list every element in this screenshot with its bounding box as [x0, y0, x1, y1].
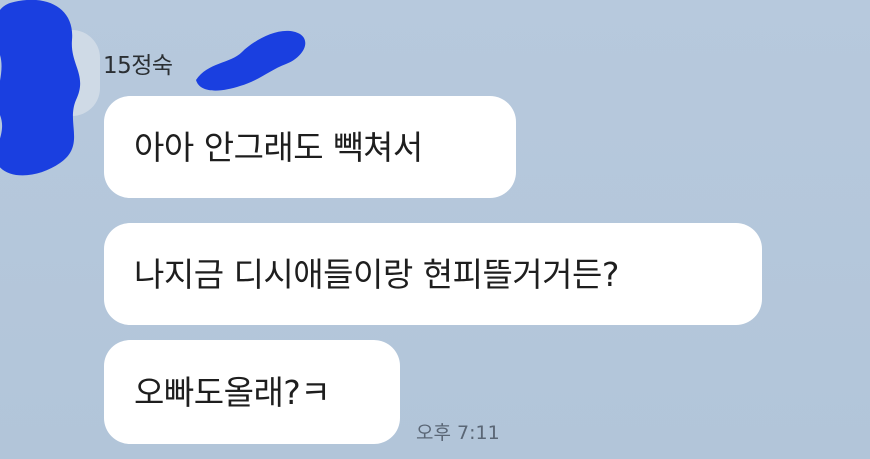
message-bubble[interactable]: 나지금 디시애들이랑 현피뜰거거든?	[104, 223, 762, 325]
sender-name: 15정숙	[103, 53, 173, 79]
message-bubble[interactable]: 오빠도올래?ㅋ	[104, 340, 400, 444]
message-text: 오빠도올래?ㅋ	[134, 372, 331, 412]
message-text: 아아 안그래도 빽쳐서	[134, 127, 423, 167]
chat-area: 15정숙 아아 안그래도 빽쳐서 나지금 디시애들이랑 현피뜰거거든? 오빠도올…	[0, 0, 870, 459]
message-timestamp: 오후 7:11	[416, 422, 500, 444]
message-bubble[interactable]: 아아 안그래도 빽쳐서	[104, 96, 516, 198]
message-text: 나지금 디시애들이랑 현피뜰거거든?	[134, 254, 619, 294]
avatar-redaction-scribble	[0, 0, 81, 176]
name-redaction-scribble	[196, 30, 306, 91]
